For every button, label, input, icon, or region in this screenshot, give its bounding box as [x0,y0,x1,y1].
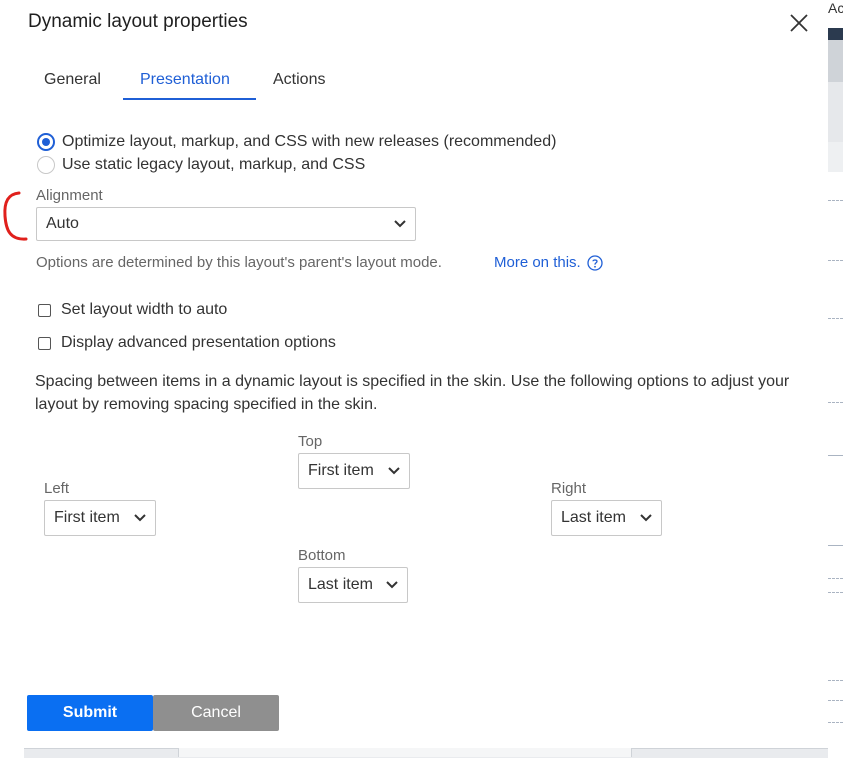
checkbox-advanced-presentation[interactable]: Display advanced presentation options [38,334,336,352]
spacing-right-select[interactable]: Last item [551,500,662,536]
background-app-text: Ac [828,0,843,16]
chevron-down-icon [394,220,406,228]
checkbox-label-advanced: Display advanced presentation options [61,334,336,351]
checkbox-layout-width-auto[interactable]: Set layout width to auto [38,301,227,319]
radio-optimize-layout[interactable]: Optimize layout, markup, and CSS with ne… [37,133,556,151]
tab-actions[interactable]: Actions [273,71,325,89]
dialog-title: Dynamic layout properties [28,11,248,32]
help-circle-icon [587,254,603,271]
more-on-this-label: More on this. [494,254,581,271]
background-app-bottom [0,748,843,758]
alignment-label: Alignment [36,187,103,204]
alignment-helper-text: Options are determined by this layout's … [36,254,442,271]
more-on-this-link[interactable]: More on this. [494,254,603,271]
alignment-select[interactable]: Auto [36,207,416,241]
radio-button-unselected[interactable] [37,156,55,174]
spacing-left-select[interactable]: First item [44,500,156,536]
chevron-down-icon [134,514,146,522]
chevron-down-icon [388,467,400,475]
checkbox-label-width-auto: Set layout width to auto [61,301,228,318]
radio-label-legacy: Use static legacy layout, markup, and CS… [62,156,366,173]
chevron-down-icon [386,581,398,589]
checkbox-box[interactable] [38,336,51,350]
active-tab-indicator [123,98,256,100]
spacing-top-select[interactable]: First item [298,453,410,489]
tab-general[interactable]: General [44,71,101,89]
dynamic-layout-properties-dialog: Dynamic layout properties General Presen… [0,0,828,748]
spacing-right-label: Right [551,480,587,497]
spacing-description: Spacing between items in a dynamic layou… [35,373,790,413]
checkbox-box[interactable] [38,303,51,317]
submit-button[interactable]: Submit [27,695,153,731]
annotation-bracket [3,191,28,241]
background-app-panel [828,0,843,757]
alignment-value: Auto [46,215,79,232]
spacing-bottom-label: Bottom [298,547,346,564]
chevron-down-icon [640,514,652,522]
cancel-button[interactable]: Cancel [153,695,279,731]
close-icon [790,14,808,32]
radio-static-legacy[interactable]: Use static legacy layout, markup, and CS… [37,156,365,174]
close-button[interactable] [786,10,812,36]
spacing-bottom-select[interactable]: Last item [298,567,408,603]
tab-presentation[interactable]: Presentation [140,71,230,89]
radio-label-optimize: Optimize layout, markup, and CSS with ne… [62,133,557,150]
spacing-left-label: Left [44,480,70,497]
radio-button-selected[interactable] [37,133,55,151]
spacing-top-label: Top [298,433,323,450]
